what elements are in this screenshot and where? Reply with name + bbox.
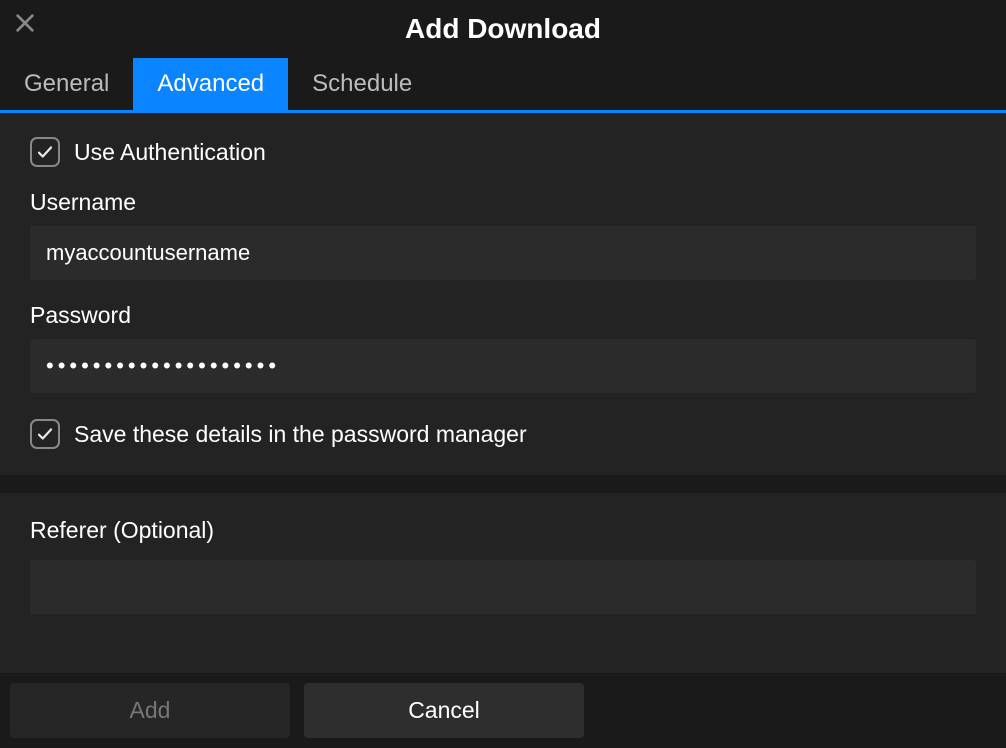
- add-download-dialog: Add Download General Advanced Schedule U…: [0, 0, 1006, 748]
- cancel-button[interactable]: Cancel: [304, 683, 584, 738]
- footer: Add Cancel: [0, 673, 1006, 748]
- save-details-checkbox[interactable]: [30, 419, 60, 449]
- close-button[interactable]: [10, 8, 40, 38]
- referer-section: Referer (Optional): [0, 493, 1006, 640]
- title-bar: Add Download: [0, 0, 1006, 58]
- use-auth-label[interactable]: Use Authentication: [74, 139, 266, 166]
- check-icon: [36, 425, 54, 443]
- use-auth-checkbox[interactable]: [30, 137, 60, 167]
- username-group: Username: [30, 189, 976, 280]
- referer-input[interactable]: [30, 560, 976, 614]
- referer-label: Referer (Optional): [30, 517, 976, 544]
- tab-general[interactable]: General: [0, 58, 133, 110]
- password-group: Password: [30, 302, 976, 393]
- use-auth-row: Use Authentication: [30, 137, 976, 167]
- username-label: Username: [30, 189, 976, 216]
- add-button[interactable]: Add: [10, 683, 290, 738]
- auth-section: Use Authentication Username Password Sav…: [0, 113, 1006, 475]
- section-separator: [0, 475, 1006, 493]
- dialog-title: Add Download: [405, 13, 601, 45]
- password-input[interactable]: [30, 339, 976, 393]
- tab-schedule[interactable]: Schedule: [288, 58, 436, 110]
- spacer: [0, 640, 1006, 673]
- save-details-row: Save these details in the password manag…: [30, 419, 976, 449]
- content-area: Use Authentication Username Password Sav…: [0, 113, 1006, 673]
- tab-bar: General Advanced Schedule: [0, 58, 1006, 113]
- save-details-label[interactable]: Save these details in the password manag…: [74, 421, 527, 448]
- username-input[interactable]: [30, 226, 976, 280]
- password-label: Password: [30, 302, 976, 329]
- close-icon: [14, 12, 36, 34]
- check-icon: [36, 143, 54, 161]
- tab-advanced[interactable]: Advanced: [133, 58, 288, 110]
